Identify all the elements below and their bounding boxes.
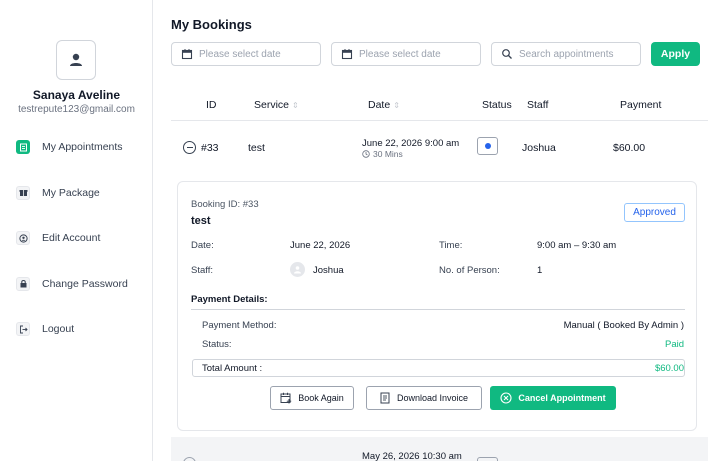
gift-icon — [16, 185, 30, 200]
staff-value: Joshua — [313, 265, 344, 276]
booking-id: Booking ID: #33 — [191, 199, 259, 210]
search-filter[interactable] — [491, 42, 641, 66]
cancel-appointment-label: Cancel Appointment — [518, 393, 606, 403]
sidebar-item-label: Edit Account — [42, 232, 101, 244]
user-icon — [70, 53, 82, 66]
table-header-divider — [171, 120, 708, 121]
status-indicator — [477, 137, 498, 155]
sidebar-item-label: My Package — [42, 186, 100, 199]
avatar — [56, 40, 96, 80]
user-email: testrepute123@gmail.com — [18, 104, 135, 115]
date-value: June 22, 2026 — [290, 240, 351, 251]
end-date-filter[interactable] — [331, 42, 481, 66]
end-date-input[interactable] — [359, 48, 480, 60]
date-label: Date: — [191, 240, 214, 251]
calendar-icon — [181, 49, 193, 60]
download-invoice-label: Download Invoice — [396, 393, 469, 403]
clock-icon — [362, 150, 370, 158]
user-card-icon — [16, 231, 30, 245]
cancel-appointment-button[interactable]: Cancel Appointment — [490, 386, 616, 410]
column-header-id[interactable]: ID — [206, 99, 217, 111]
book-again-label: Book Again — [298, 393, 344, 403]
sort-icon: ⇕ — [393, 101, 400, 110]
status-indicator — [477, 457, 498, 461]
payment-method-label: Payment Method: — [202, 320, 277, 331]
staff-cell: Joshua — [522, 142, 556, 154]
staff-avatar — [290, 262, 305, 277]
booking-details-card: Booking ID: #33 test Approved Date: June… — [177, 181, 697, 431]
column-header-label: Payment — [620, 99, 662, 111]
column-header-label: Staff — [527, 99, 549, 111]
logout-icon — [16, 322, 30, 336]
sidebar-nav: My Appointments My Package Edit Account … — [16, 138, 151, 366]
column-header-label: ID — [206, 99, 217, 111]
column-header-service[interactable]: Service ⇕ — [254, 99, 299, 111]
payment-status-value: Paid — [664, 339, 684, 350]
status-badge: Approved — [624, 203, 685, 222]
payment-details-title: Payment Details: — [191, 294, 268, 305]
calendar-icon — [341, 49, 353, 60]
time-value: 9:00 am – 9:30 am — [537, 240, 617, 251]
payment-method-value: Manual ( Booked By Admin ) — [563, 320, 684, 331]
date-cell: May 26, 2026 10:30 am — [362, 451, 462, 461]
time-label: Time: — [439, 240, 463, 251]
sidebar-item-label: My Appointments — [42, 141, 123, 153]
service-name: test — [191, 215, 211, 227]
book-again-button[interactable]: Book Again — [270, 386, 354, 410]
calendar-plus-icon — [280, 392, 292, 404]
column-header-payment: Payment — [620, 99, 661, 111]
search-icon — [502, 49, 512, 59]
sidebar-item-logout[interactable]: Logout — [16, 320, 151, 338]
user-name: Sanaya Aveline — [32, 88, 121, 102]
search-input[interactable] — [519, 48, 640, 60]
total-amount-value: $60.00 — [654, 363, 684, 374]
clipboard-icon — [16, 140, 30, 154]
payment-divider — [191, 309, 685, 310]
user-icon — [294, 266, 301, 274]
persons-value: 1 — [537, 265, 543, 276]
column-header-date[interactable]: Date ⇕ — [368, 99, 400, 111]
total-amount-label: Total Amount : — [202, 363, 263, 374]
cancel-circle-icon — [500, 392, 512, 404]
service-cell: test — [248, 142, 265, 154]
start-date-input[interactable] — [199, 48, 320, 60]
sort-icon: ⇕ — [292, 101, 299, 110]
payment-status-label: Status: — [202, 339, 232, 350]
duration-cell: 30 Mins — [362, 149, 403, 159]
sidebar-item-edit-account[interactable]: Edit Account — [16, 229, 151, 247]
sidebar: Sanaya Aveline testrepute123@gmail.com M… — [0, 0, 153, 461]
sidebar-item-change-password[interactable]: Change Password — [16, 275, 151, 293]
column-header-label: Status — [482, 99, 512, 111]
sidebar-item-label: Logout — [42, 323, 75, 335]
payment-cell: $60.00 — [613, 142, 646, 154]
sidebar-item-my-package[interactable]: My Package — [16, 184, 151, 202]
page-title: My Bookings — [171, 17, 252, 32]
date-cell: June 22, 2026 9:00 am — [362, 138, 460, 149]
apply-button[interactable]: Apply — [651, 42, 700, 66]
booking-id-cell: #33 — [201, 142, 219, 154]
total-amount-row — [192, 359, 685, 377]
column-header-label: Service — [254, 99, 290, 111]
column-header-status: Status — [482, 99, 512, 111]
status-dot — [484, 143, 491, 149]
column-header-label: Date — [368, 99, 391, 111]
column-header-staff: Staff — [527, 99, 548, 111]
persons-label: No. of Person: — [439, 265, 500, 276]
collapse-row-icon[interactable] — [183, 141, 196, 154]
invoice-icon — [380, 392, 390, 404]
duration-label: 30 Mins — [373, 149, 403, 159]
staff-label: Staff: — [191, 265, 214, 276]
download-invoice-button[interactable]: Download Invoice — [366, 386, 482, 410]
sidebar-item-label: Change Password — [42, 277, 128, 290]
sidebar-item-my-appointments[interactable]: My Appointments — [16, 138, 151, 156]
lock-icon — [16, 276, 30, 291]
start-date-filter[interactable] — [171, 42, 321, 66]
